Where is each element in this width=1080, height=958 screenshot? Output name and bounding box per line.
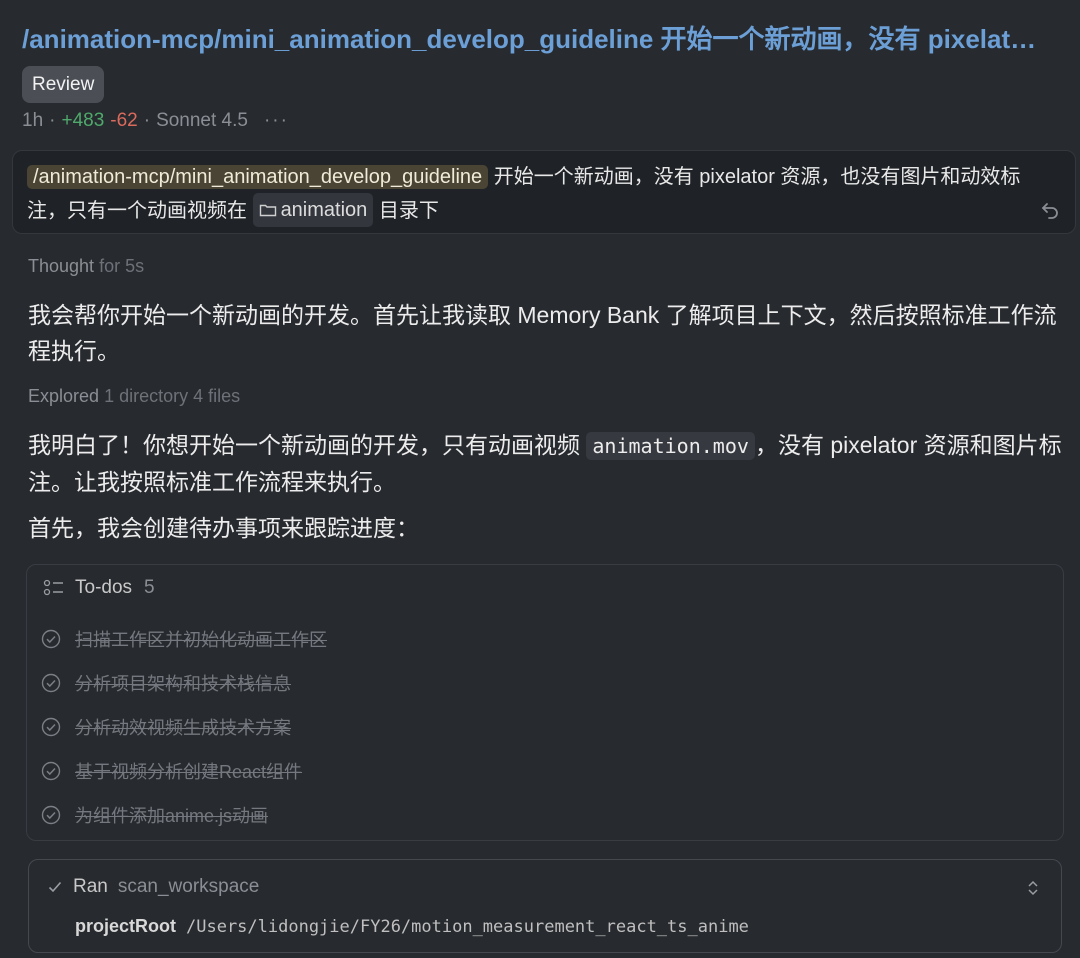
review-button[interactable]: Review <box>22 66 105 103</box>
separator-dot: · <box>143 110 151 131</box>
param-key: projectRoot <box>75 916 176 936</box>
deletions-count: -62 <box>110 110 138 131</box>
check-circle-icon <box>41 673 61 693</box>
todo-item[interactable]: 分析项目架构和技术栈信息 <box>41 670 291 696</box>
check-circle-icon <box>41 761 61 781</box>
user-prompt: /animation-mcp/mini_animation_develop_gu… <box>12 150 1076 234</box>
thought-indicator[interactable]: Thought for 5s <box>28 256 144 277</box>
checklist-icon <box>43 579 63 596</box>
conversation-title[interactable]: /animation-mcp/mini_animation_develop_gu… <box>22 22 1062 56</box>
model-name: Sonnet 4.5 <box>156 110 248 131</box>
separator-dot: · <box>49 110 56 131</box>
expand-collapse-icon[interactable] <box>1025 878 1041 898</box>
check-circle-icon <box>41 805 61 825</box>
chat-panel: /animation-mcp/mini_animation_develop_gu… <box>0 0 1080 958</box>
todo-label: To-dos <box>75 577 133 598</box>
explored-indicator[interactable]: Explored 1 directory 4 files <box>28 386 240 407</box>
tool-call-label: Ran <box>73 876 108 897</box>
thought-label: Thought <box>28 256 95 276</box>
todo-header[interactable]: To-dos 5 <box>43 577 155 599</box>
todo-text: 扫描工作区并初始化动画工作区 <box>75 630 327 650</box>
todo-text: 基于视频分析创建React组件 <box>75 762 303 782</box>
assistant-message: 我明白了！你想开始一个新动画的开发，只有动画视频 animation.mov ，没… <box>28 427 1068 500</box>
explored-label: Explored <box>28 386 100 406</box>
prompt-text: /animation-mcp/mini_animation_develop_gu… <box>27 161 1027 227</box>
undo-icon[interactable] <box>1039 199 1061 221</box>
additions-count: +483 <box>61 110 105 131</box>
param-value: /Users/lidongjie/FY26/motion_measurement… <box>186 917 749 937</box>
assistant-message: 首先，我会创建待办事项来跟踪进度： <box>28 515 419 541</box>
thought-duration: for 5s <box>99 256 145 276</box>
prompt-text-part: 目录下 <box>373 200 439 222</box>
tool-name: scan_workspace <box>117 876 260 897</box>
tool-param: projectRoot /Users/lidongjie/FY26/motion… <box>75 916 749 937</box>
folder-name: animation <box>280 199 368 221</box>
todo-count: 5 <box>144 577 155 598</box>
folder-chip[interactable]: animation <box>252 193 374 227</box>
more-options-icon[interactable]: ··· <box>264 108 289 134</box>
command-chip[interactable]: /animation-mcp/mini_animation_develop_gu… <box>27 165 489 189</box>
checkmark-icon <box>48 881 62 893</box>
folder-icon <box>259 204 276 217</box>
tool-call-card[interactable]: Ran scan_workspace projectRoot /Users/li… <box>28 859 1062 953</box>
inline-code: animation.mov <box>586 432 755 460</box>
todo-item[interactable]: 基于视频分析创建React组件 <box>41 758 302 784</box>
todo-item[interactable]: 为组件添加anime.js动画 <box>41 802 268 828</box>
todo-item[interactable]: 扫描工作区并初始化动画工作区 <box>41 626 327 652</box>
elapsed-time: 1h <box>22 110 44 131</box>
tool-call-header[interactable]: Ran scan_workspace <box>47 876 259 898</box>
explored-detail: 1 directory 4 files <box>104 386 241 406</box>
check-circle-icon <box>41 717 61 737</box>
todo-text: 分析项目架构和技术栈信息 <box>75 674 291 694</box>
assistant-message: 我会帮你开始一个新动画的开发。首先让我读取 Memory Bank 了解项目上下… <box>28 302 1057 364</box>
todo-text: 分析动效视频生成技术方案 <box>75 718 291 738</box>
conversation-meta: 1h · +483 -62 · Sonnet 4.5 ··· <box>22 108 289 134</box>
message-text: 我明白了！你想开始一个新动画的开发，只有动画视频 <box>28 432 587 458</box>
todo-text: 为组件添加anime.js动画 <box>75 806 269 826</box>
todo-item[interactable]: 分析动效视频生成技术方案 <box>41 714 291 740</box>
todo-list: To-dos 5 扫描工作区并初始化动画工作区 分析项目架构和技术栈信息 分析动… <box>26 564 1064 841</box>
check-circle-icon <box>41 629 61 649</box>
